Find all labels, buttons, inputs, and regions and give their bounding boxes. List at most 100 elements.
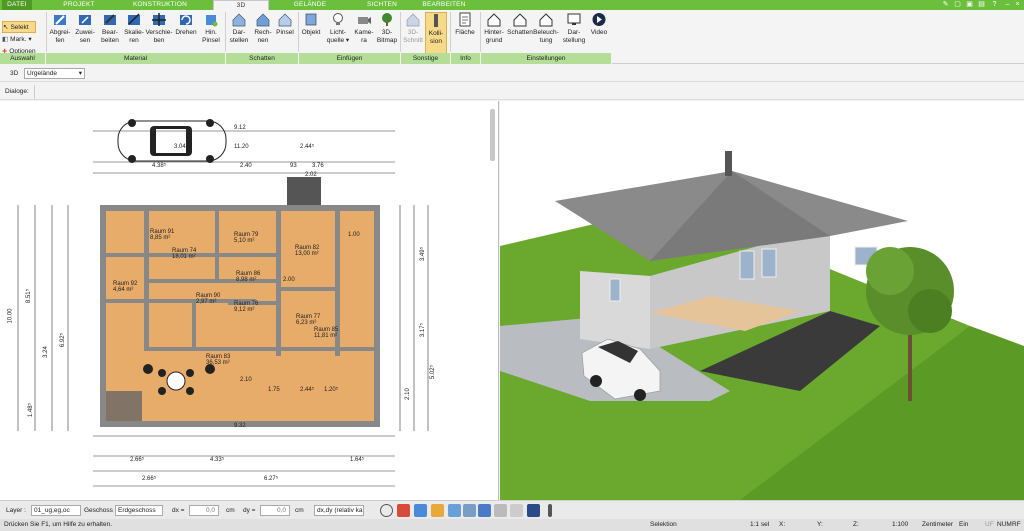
help-icon[interactable]: ? (990, 1, 999, 9)
window (739, 250, 755, 280)
tab-projekt[interactable]: PROJEKT (56, 0, 102, 10)
group-schatten: Schatten (226, 53, 299, 64)
assign-material-button[interactable]: Zuwei-sen (73, 12, 97, 58)
edit-material-button[interactable]: Bear-beiten (98, 12, 122, 58)
dy-input[interactable]: 0,0 (260, 505, 290, 516)
line-icon[interactable] (448, 504, 461, 517)
video-button[interactable]: Video (589, 12, 609, 58)
house-background-icon (486, 12, 503, 27)
layer-stack-icon[interactable] (478, 504, 491, 517)
marker-icon[interactable] (548, 504, 552, 517)
print-icon[interactable]: ▤ (977, 1, 986, 9)
move-material-button[interactable]: Verschie-ben (145, 12, 173, 58)
divider (225, 12, 226, 52)
dim-label: 1.00 (348, 232, 360, 238)
insert-3d-bitmap-button[interactable]: 3D- Bitmap (376, 12, 398, 58)
dim-label: 1.75 (268, 387, 280, 393)
room-label: Raum 86 8,98 m² (236, 271, 260, 283)
label: Hin. (205, 29, 217, 36)
ext-text: Ein (959, 521, 969, 528)
display-button[interactable]: Dar-stellung (560, 12, 588, 58)
tab-gelaende[interactable]: GELÄNDE (288, 0, 332, 10)
dim-label: 10.00 (7, 308, 14, 324)
3d-view[interactable] (500, 101, 1024, 500)
floor-dropdown[interactable]: Erdgeschoss (115, 505, 163, 516)
label: 3D- (407, 29, 419, 36)
insert-light-button[interactable]: Licht-quelle ▾ (324, 12, 352, 58)
view-icon[interactable] (414, 504, 427, 517)
tools-icon[interactable]: ✎ (941, 1, 950, 9)
label: ren (129, 36, 139, 44)
tab-datei[interactable]: DATEI (2, 0, 32, 10)
insert-camera-button[interactable]: Kame-ra (353, 12, 375, 58)
clock-icon[interactable] (380, 504, 393, 517)
shadow-settings-button[interactable]: Schatten (507, 12, 533, 58)
dim-label: 2.40 (240, 163, 252, 169)
dim-label: 1.48⁵ (28, 402, 35, 418)
dialoge-label: Dialoge: (5, 88, 29, 95)
undo-icon[interactable]: ▢ (953, 1, 962, 9)
lightbulb-icon (330, 12, 347, 27)
3d-section-button[interactable]: 3D- Schnitt (402, 12, 424, 58)
house-compute-icon (255, 12, 272, 27)
dim-label: 5.02⁵ (430, 364, 437, 380)
dim-label: 2.44⁵ (300, 387, 315, 393)
tab-bearbeiten[interactable]: BEARBEITEN (418, 0, 470, 10)
select-button[interactable]: ↖ Selekt (2, 21, 36, 33)
close-icon[interactable]: × (1013, 1, 1022, 9)
label: fen (55, 36, 65, 44)
background-button[interactable]: Hinter-grund (482, 12, 506, 58)
scale-material-button[interactable]: Skalie-ren (123, 12, 145, 58)
room-area: 6,23 m² (296, 320, 317, 326)
dim-label: 2.02 (305, 172, 317, 178)
tab-sichten[interactable]: SICHTEN (362, 0, 402, 10)
room-area: 8,85 m² (150, 235, 171, 241)
label: Fläche (455, 29, 475, 36)
tab-konstruktion[interactable]: KONSTRUKTION (127, 0, 193, 10)
room-label: Raum 92 4,64 m² (113, 281, 137, 293)
lighting-button[interactable]: Beleuch-tung (533, 12, 559, 58)
angle-icon[interactable] (463, 504, 476, 517)
mark-dropdown[interactable]: ◧ Mark. ▾ (2, 33, 44, 45)
collision-toggle[interactable]: Kolli-sion (425, 12, 447, 58)
paint-bucket-icon (203, 12, 220, 27)
shadow-display-button[interactable]: Dar-stellen (227, 12, 251, 58)
coord-mode-dropdown[interactable]: dx,dy (relativ ka (314, 505, 364, 516)
chevron-down-icon: ▾ (28, 36, 32, 43)
grid-icon[interactable] (510, 504, 523, 517)
layer-dropdown[interactable]: 01_ug,eg,oc (31, 505, 81, 516)
north-icon[interactable] (527, 504, 540, 517)
hint-brush-button[interactable]: Hin. Pinsel (199, 12, 223, 58)
room-area: 5,10 m² (234, 238, 255, 244)
dim-label: 9.12 (234, 125, 246, 131)
shadow-brush-button[interactable]: Pinsel (274, 12, 296, 58)
shadow-compute-button[interactable]: Rech-nen (252, 12, 274, 58)
dim-label: 3.76 (312, 163, 324, 169)
save-icon[interactable]: ▣ (965, 1, 974, 9)
level-dropdown[interactable]: Urgelände ▾ (24, 68, 85, 79)
room-label: Raum 83 36,53 m² (206, 354, 230, 366)
scale-icon (126, 12, 143, 27)
room-label: Raum 76 9,12 m² (234, 301, 258, 313)
mark-icon: ◧ (2, 36, 9, 43)
vertical-scrollbar[interactable] (490, 109, 495, 161)
area-button[interactable]: Fläche (452, 12, 478, 58)
pick-material-button[interactable]: Abgrei-fen (48, 12, 72, 58)
dim-label: 9.32 (234, 423, 246, 429)
label: Dar- (232, 29, 246, 36)
divider (400, 12, 401, 52)
snap-icon[interactable] (431, 504, 444, 517)
record-icon[interactable] (397, 504, 410, 517)
dx-input[interactable]: 0,0 (189, 505, 219, 516)
insert-object-button[interactable]: Objekt (300, 12, 322, 58)
dim-label: 2.66⁵ (130, 457, 145, 463)
house-icon (512, 12, 529, 27)
table-icon[interactable] (494, 504, 507, 517)
label: Dar- (567, 29, 581, 36)
rotate-material-button[interactable]: Drehen (174, 12, 198, 58)
tab-3d[interactable]: 3D (213, 0, 269, 10)
minimize-icon[interactable]: – (1003, 1, 1012, 9)
floor-plan-view[interactable]: Raum 91 8,85 m² Raum 79 5,10 m² Raum 82 13,… (0, 101, 499, 500)
room-area: 11,81 m² (314, 333, 338, 339)
chevron-down-icon: ▾ (78, 70, 82, 77)
